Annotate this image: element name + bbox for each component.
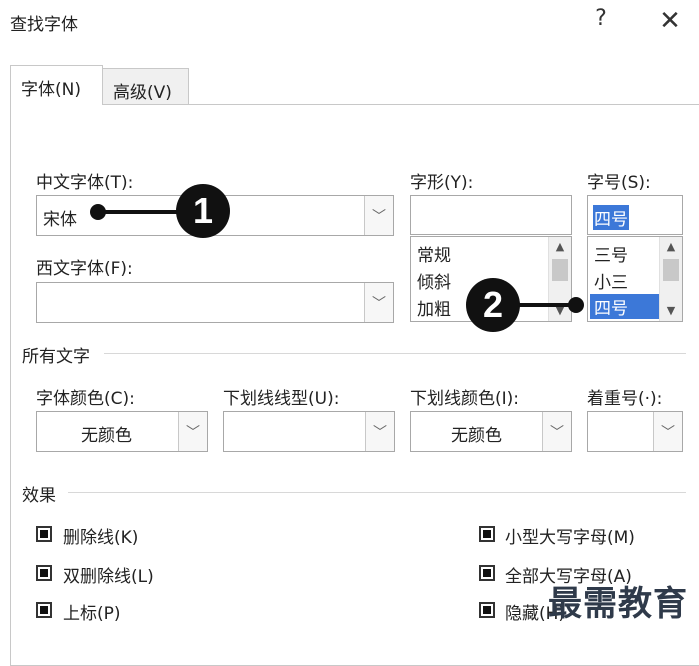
scrollbar[interactable]: ▲ ▼	[659, 237, 682, 321]
font-size-label: 字号(S):	[587, 173, 651, 193]
section-title-all-text: 所有文字	[22, 347, 90, 367]
font-size-list[interactable]: 三号 小三 四号 ▲ ▼	[587, 236, 683, 322]
chevron-down-icon[interactable]: ﹀	[364, 196, 393, 235]
chinese-font-label: 中文字体(T):	[36, 173, 134, 193]
section-title-effects: 效果	[22, 486, 56, 506]
callout-dot	[568, 297, 584, 313]
font-style-label: 字形(Y):	[410, 173, 474, 193]
chevron-down-icon[interactable]: ﹀	[178, 412, 207, 451]
font-size-value: 四号	[593, 205, 629, 230]
list-item-selected[interactable]: 四号	[590, 294, 662, 319]
small-caps-label[interactable]: 小型大写字母(M)	[505, 523, 635, 548]
strikethrough-label[interactable]: 删除线(K)	[63, 523, 138, 548]
divider	[68, 492, 686, 493]
callout-line	[518, 303, 574, 307]
chevron-down-icon[interactable]: ﹀	[653, 412, 682, 451]
font-style-input[interactable]	[410, 195, 572, 235]
font-color-value: 无颜色	[81, 426, 132, 446]
checkbox-indeterminate-icon[interactable]	[36, 565, 52, 581]
underline-color-label: 下划线颜色(I):	[410, 389, 520, 409]
font-color-label: 字体颜色(C):	[36, 389, 135, 409]
checkbox-indeterminate-icon[interactable]	[479, 526, 495, 542]
underline-style-select[interactable]: ﹀	[223, 411, 395, 452]
underline-style-label: 下划线线型(U):	[223, 389, 340, 409]
callout-marker-2: 2	[466, 278, 520, 332]
emphasis-mark-select[interactable]: ﹀	[587, 411, 683, 452]
list-item[interactable]: 小三	[594, 268, 628, 293]
callout-marker-1: 1	[176, 184, 230, 238]
scrollbar[interactable]: ▲ ▼	[548, 237, 571, 321]
double-strikethrough-label[interactable]: 双删除线(L)	[63, 562, 154, 587]
tab-advanced[interactable]: 高级(V)	[103, 68, 189, 105]
checkbox-indeterminate-icon[interactable]	[479, 565, 495, 581]
underline-color-select[interactable]: 无颜色 ﹀	[410, 411, 572, 452]
scroll-up-icon[interactable]: ▲	[660, 237, 682, 257]
checkbox-indeterminate-icon[interactable]	[479, 602, 495, 618]
list-item[interactable]: 倾斜	[417, 268, 451, 293]
underline-color-value: 无颜色	[451, 426, 502, 446]
checkbox-indeterminate-icon[interactable]	[36, 602, 52, 618]
scroll-thumb[interactable]	[552, 259, 568, 281]
callout-line	[100, 210, 180, 214]
western-font-select[interactable]: ﹀	[36, 282, 394, 323]
checkbox-indeterminate-icon[interactable]	[36, 526, 52, 542]
close-button[interactable]: ✕	[655, 6, 685, 36]
western-font-label: 西文字体(F):	[36, 259, 133, 279]
dialog-title: 查找字体	[10, 15, 78, 35]
list-item[interactable]: 加粗	[417, 295, 451, 320]
scroll-down-icon[interactable]: ▼	[660, 301, 682, 321]
font-color-select[interactable]: 无颜色 ﹀	[36, 411, 208, 452]
divider	[104, 353, 686, 354]
emphasis-mark-label: 着重号(·):	[587, 389, 663, 409]
scroll-thumb[interactable]	[663, 259, 679, 281]
chevron-down-icon[interactable]: ﹀	[365, 412, 394, 451]
font-size-input[interactable]: 四号	[587, 195, 683, 235]
tab-font[interactable]: 字体(N)	[10, 65, 103, 105]
superscript-label[interactable]: 上标(P)	[63, 599, 121, 624]
chevron-down-icon[interactable]: ﹀	[542, 412, 571, 451]
list-item[interactable]: 三号	[594, 241, 628, 266]
chinese-font-value: 宋体	[43, 210, 77, 230]
watermark: 最需教育	[548, 584, 688, 624]
scroll-up-icon[interactable]: ▲	[549, 237, 571, 257]
list-item[interactable]: 常规	[417, 241, 451, 266]
chevron-down-icon[interactable]: ﹀	[364, 283, 393, 322]
help-button[interactable]: ?	[586, 6, 616, 31]
